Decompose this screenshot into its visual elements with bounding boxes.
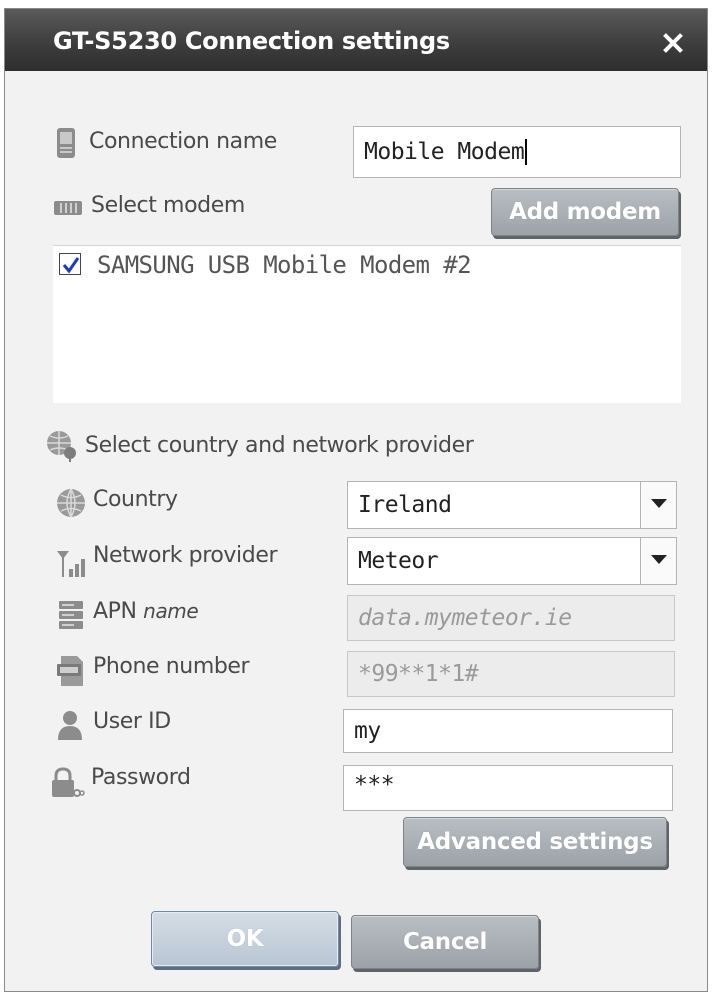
advanced-settings-button[interactable]: Advanced settings xyxy=(403,817,667,867)
ok-button[interactable]: OK xyxy=(151,911,339,967)
country-value: Ireland xyxy=(358,492,452,518)
close-icon[interactable] xyxy=(661,31,685,55)
apn-label-sub: name xyxy=(143,599,199,623)
globe-icon xyxy=(57,488,85,518)
network-provider-select[interactable]: Meteor xyxy=(347,537,677,585)
checkmark-icon xyxy=(62,257,80,274)
select-modem-label: Select modem xyxy=(91,193,245,218)
country-select[interactable]: Ireland xyxy=(347,481,677,529)
apn-name-input[interactable]: data.mymeteor.ie xyxy=(347,595,675,641)
modem-checkbox[interactable] xyxy=(59,253,81,275)
modem-icon xyxy=(54,201,82,215)
network-provider-label: Network provider xyxy=(93,543,278,568)
dialog-title: GT-S5230 Connection settings xyxy=(53,27,450,55)
text-caret xyxy=(525,139,528,165)
sim-card-icon xyxy=(57,656,83,686)
connection-settings-dialog: GT-S5230 Connection settings Connection … xyxy=(4,8,708,992)
user-id-label: User ID xyxy=(93,709,171,734)
chevron-down-icon[interactable] xyxy=(640,538,676,584)
server-icon xyxy=(59,601,83,629)
apn-name-label: APN name xyxy=(93,599,199,624)
modem-item-label[interactable]: SAMSUNG USB Mobile Modem #2 xyxy=(97,251,472,279)
user-icon xyxy=(58,711,82,740)
phone-number-label: Phone number xyxy=(93,654,250,679)
network-provider-value: Meteor xyxy=(358,548,439,574)
country-label: Country xyxy=(93,487,178,512)
select-country-network-label: Select country and network provider xyxy=(85,433,474,458)
signal-icon xyxy=(57,551,85,577)
chevron-down-icon[interactable] xyxy=(640,482,676,528)
apn-label-main: APN xyxy=(93,599,137,624)
connection-name-label: Connection name xyxy=(89,129,277,154)
connection-name-input[interactable]: Mobile Modem xyxy=(353,126,681,178)
user-id-input[interactable]: my xyxy=(343,709,673,753)
password-value: *** xyxy=(354,772,395,798)
lock-icon xyxy=(52,767,85,797)
apn-name-value: data.mymeteor.ie xyxy=(358,605,572,631)
phone-number-input[interactable]: *99**1*1# xyxy=(347,651,675,697)
globe-network-icon xyxy=(47,431,76,462)
cancel-button[interactable]: Cancel xyxy=(351,915,539,969)
password-input[interactable]: *** xyxy=(343,765,673,811)
phone-icon xyxy=(57,128,75,158)
phone-number-value: *99**1*1# xyxy=(358,661,479,687)
password-label: Password xyxy=(91,765,191,790)
title-bar[interactable]: GT-S5230 Connection settings xyxy=(5,9,707,71)
user-id-value: my xyxy=(354,718,381,744)
add-modem-button[interactable]: Add modem xyxy=(491,188,679,236)
connection-name-value: Mobile Modem xyxy=(364,139,525,165)
